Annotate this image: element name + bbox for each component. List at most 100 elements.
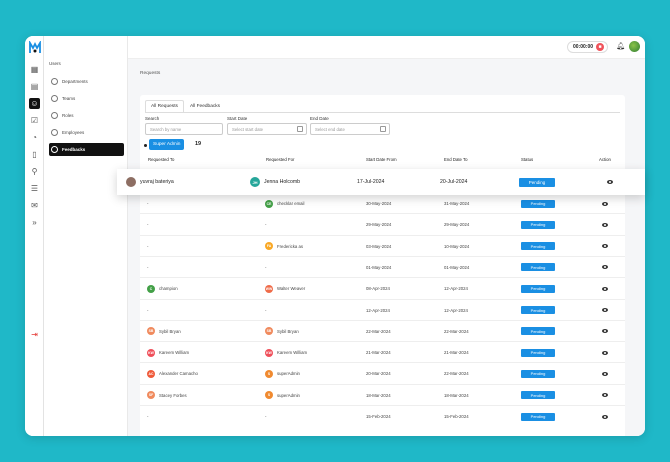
role-filter-pill[interactable]: Super Admin — [149, 139, 185, 150]
requested-to-name: - — [147, 201, 149, 206]
timer-value: 00:00:00 — [572, 44, 593, 50]
requested-for-name: superAdmin — [277, 392, 300, 398]
table-row[interactable]: - FA Fredericka as 03-May-2024 10-May-2024 Pe… — [140, 234, 625, 256]
start-date-placeholder: Select start date — [232, 126, 264, 132]
requested-to-name: Alexander Camacho — [159, 371, 198, 377]
role-icon — [51, 112, 58, 119]
subnav-item-teams[interactable]: Teams — [49, 92, 124, 105]
requested-to-avatar: KW — [147, 348, 155, 357]
view-icon[interactable] — [602, 329, 608, 334]
timer-widget[interactable]: 00:00:00 ■ — [566, 41, 608, 53]
requested-for-avatar: WW — [265, 284, 273, 293]
table-row[interactable]: AC Alexander Camacho SsuperAdmin 20-Mar-202… — [140, 362, 625, 383]
status-badge: Pending — [521, 263, 555, 272]
requested-to-name: Sybil Bryan — [159, 328, 181, 334]
calendar-icon[interactable] — [380, 126, 386, 132]
subnav-item-label: Teams — [62, 96, 76, 101]
end-date-input[interactable]: Select end date — [310, 123, 390, 135]
requested-to-avatar: C — [147, 284, 155, 293]
stop-timer-icon[interactable]: ■ — [596, 43, 604, 51]
start-date: 03-May-2024 — [366, 243, 392, 249]
breadcrumb: Requests — [140, 71, 161, 76]
search-label: Search — [145, 116, 160, 121]
table-row[interactable]: - CE checklar email 30-May-2024 31-May-2024 P… — [140, 192, 625, 213]
view-icon[interactable] — [602, 201, 608, 206]
end-date: 31-May-2024 — [444, 201, 470, 206]
expand-icon[interactable]: » — [29, 217, 40, 228]
search-user-icon[interactable]: ⚲ — [29, 166, 40, 177]
view-icon[interactable] — [602, 350, 608, 355]
top-bar: 00:00:00 ■ 🔔︎ — [128, 36, 645, 59]
grid-icon[interactable]: ▦ — [29, 64, 40, 75]
chat-icon[interactable]: ✉ — [29, 200, 40, 211]
subnav-item-label: Roles — [62, 113, 74, 118]
table-row[interactable]: - - 01-May-2024 01-May-2024 Pending — [140, 255, 625, 277]
document-icon[interactable]: ▯ — [29, 149, 40, 160]
end-date: 18-Mar-2024 — [444, 392, 469, 398]
status-badge: Pending — [521, 220, 555, 229]
start-date: 12-Apr-2024 — [366, 307, 390, 313]
end-date: 29-May-2024 — [444, 222, 470, 228]
table-row[interactable]: KW Kareem William KW Kareem William 21-Mar-2… — [140, 341, 625, 362]
highlighted-table-row[interactable]: yuvraj bateriya JH Jenna Holcomb 17-Jul-… — [117, 169, 645, 195]
requested-for-avatar: CE — [265, 199, 273, 208]
subnav-item-roles[interactable]: Roles — [49, 109, 124, 122]
table-row[interactable]: SB Sybil Bryan SB Sybil Bryan 22-Mar-2024 22-… — [140, 319, 625, 341]
requested-to-name: yuvraj bateriya — [140, 179, 174, 185]
search-input[interactable]: Search by name — [145, 123, 223, 135]
view-icon[interactable] — [602, 308, 608, 312]
view-icon[interactable] — [602, 371, 608, 376]
table-row[interactable]: SF Stacey Forbes SsuperAdmin 18-Mar-2024 18-… — [140, 383, 625, 405]
requested-for-name: superAdmin — [277, 371, 300, 377]
table-row[interactable]: - - 29-May-2024 29-May-2024 Pending — [140, 213, 625, 234]
subnav-item-departments[interactable]: Departments — [49, 75, 124, 88]
feedback-icon — [51, 146, 58, 153]
report-icon[interactable]: ☰ — [29, 183, 40, 194]
end-date: 21-Mar-2024 — [444, 350, 469, 356]
users-icon[interactable]: ☺ — [29, 98, 40, 109]
view-icon[interactable] — [607, 180, 613, 184]
subnav-item-feedbacks[interactable]: Feedbacks — [49, 143, 124, 156]
requested-for-avatar: S — [265, 369, 273, 378]
requested-for-avatar: KW — [265, 348, 273, 357]
task-icon[interactable]: ☑ — [29, 115, 40, 126]
calendar-icon[interactable] — [297, 126, 303, 132]
main-content: Requests All Requests All Feedbacks Sear… — [128, 59, 645, 436]
search-placeholder: Search by name — [150, 126, 182, 132]
view-icon[interactable] — [602, 414, 608, 419]
view-icon[interactable] — [602, 244, 608, 249]
view-icon[interactable] — [602, 286, 608, 291]
employee-icon — [51, 129, 58, 136]
requested-to-name: champion — [159, 286, 178, 292]
logout-icon[interactable]: ⇥ — [29, 329, 40, 340]
start-date-input[interactable]: Select start date — [227, 123, 307, 135]
requested-for-name: - — [265, 307, 267, 313]
requested-for-name: checklar email — [277, 201, 305, 206]
view-icon[interactable] — [602, 393, 608, 398]
building-icon — [51, 78, 58, 85]
view-icon[interactable] — [602, 265, 608, 270]
status-badge: Pending — [521, 327, 555, 336]
requested-for-name: Fredericka as — [277, 243, 304, 249]
table-row[interactable]: - - 12-Apr-2024 12-Apr-2024 Pending — [140, 298, 625, 320]
table-header: Requested To Requested For Start Date Fr… — [140, 155, 625, 165]
clock-icon[interactable]: ◔ — [29, 132, 40, 143]
team-icon — [51, 95, 58, 102]
logo-icon — [28, 41, 42, 55]
user-avatar[interactable] — [629, 41, 640, 52]
column-header: Requested For — [266, 157, 295, 162]
requested-to-avatar: SF — [147, 391, 155, 400]
subnav-item-employees[interactable]: Employees — [49, 126, 124, 139]
requested-to-avatar: SB — [147, 327, 155, 336]
view-icon[interactable] — [602, 222, 608, 227]
icon-rail: ▦ ▤ ☺ ☑ ◔ ▯ ⚲ ☰ ✉ » ⇥ — [25, 36, 44, 436]
status-badge: Pending — [521, 199, 555, 208]
bell-icon[interactable]: 🔔︎ — [616, 42, 625, 50]
table-row[interactable]: - - 15-Feb-2024 15-Feb-2024 Pending — [140, 405, 625, 426]
subnav-item-label: Feedbacks — [62, 147, 86, 152]
table-row[interactable]: Cchampion WW Walter Weaver 08-Apr-2024 12-Ap… — [140, 277, 625, 298]
start-date: 17-Jul-2024 — [357, 179, 385, 185]
start-date-label: Start Date — [227, 116, 248, 121]
calendar-icon[interactable]: ▤ — [29, 81, 40, 92]
requested-for-avatar: FA — [265, 242, 273, 251]
